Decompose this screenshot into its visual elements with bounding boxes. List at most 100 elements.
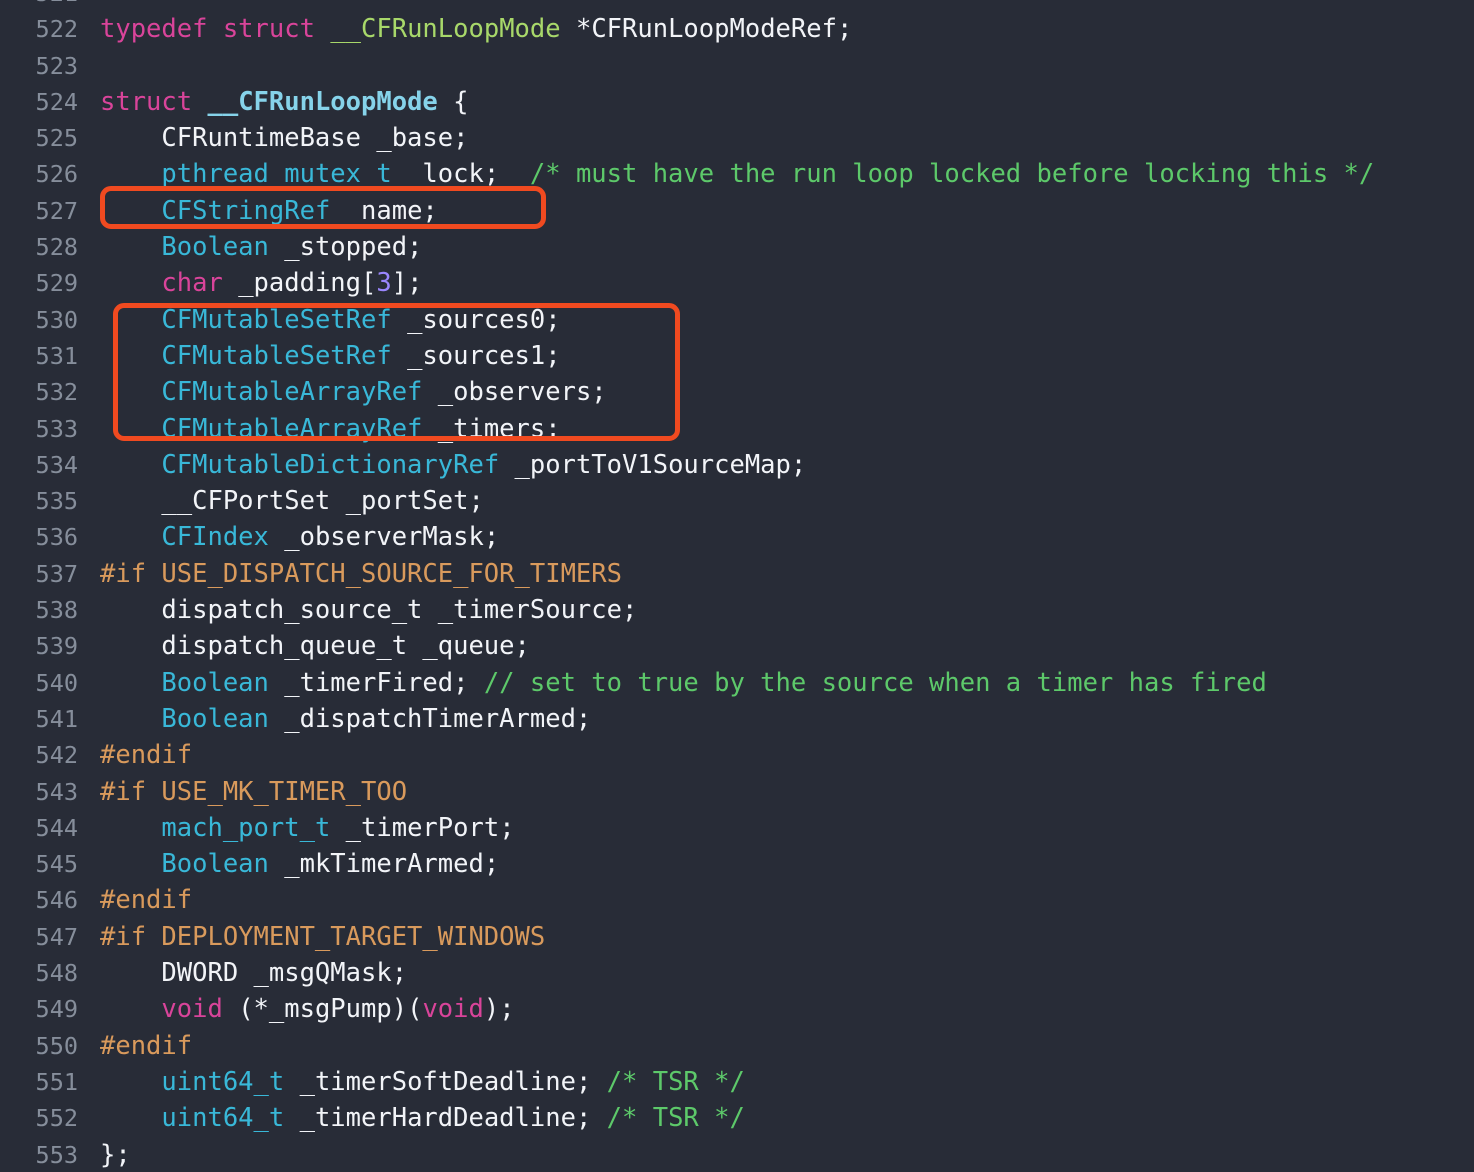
code-line[interactable]: 521	[0, 0, 1474, 11]
code-line[interactable]: 535 __CFPortSet _portSet;	[0, 483, 1474, 519]
code-token-pln	[100, 849, 161, 879]
code-line[interactable]: 546 #endif	[0, 882, 1474, 918]
line-number: 547	[35, 922, 78, 951]
code-line[interactable]: 532 CFMutableArrayRef _observers;	[0, 374, 1474, 410]
line-content[interactable]: CFMutableArrayRef _observers;	[78, 374, 1474, 410]
line-content[interactable]: dispatch_queue_t _queue;	[78, 628, 1474, 664]
line-content[interactable]: char _padding[3];	[78, 265, 1474, 301]
code-line[interactable]: 531 CFMutableSetRef _sources1;	[0, 338, 1474, 374]
line-content[interactable]: #if USE_MK_TIMER_TOO	[78, 774, 1474, 810]
line-content[interactable]: DWORD _msgQMask;	[78, 955, 1474, 991]
code-editor-viewport[interactable]: 521522typedef struct __CFRunLoopMode *CF…	[0, 0, 1474, 1172]
line-content[interactable]: uint64_t _timerHardDeadline; /* TSR */	[78, 1100, 1474, 1136]
code-line[interactable]: 527 CFStringRef _name;	[0, 193, 1474, 229]
code-line[interactable]: 545 Boolean _mkTimerArmed;	[0, 846, 1474, 882]
code-token-pln: _sources1;	[391, 340, 561, 371]
code-line[interactable]: 540 Boolean _timerFired; // set to true …	[0, 665, 1474, 701]
code-token-kw: void	[161, 994, 223, 1025]
line-number: 527	[35, 196, 78, 225]
code-line[interactable]: 523	[0, 48, 1474, 84]
line-content[interactable]: CFStringRef _name;	[78, 193, 1474, 229]
code-line[interactable]: 529 char _padding[3];	[0, 265, 1474, 301]
code-line[interactable]: 550 #endif	[0, 1028, 1474, 1064]
line-number: 545	[35, 850, 78, 879]
code-line[interactable]: 524 struct __CFRunLoopMode {	[0, 84, 1474, 120]
line-number: 538	[35, 596, 78, 625]
code-line[interactable]: 537 #if USE_DISPATCH_SOURCE_FOR_TIMERS	[0, 556, 1474, 592]
code-token-pln: __CFPortSet _portSet;	[100, 486, 484, 517]
code-token-kw: typedef	[100, 14, 208, 45]
code-line[interactable]: 542 #endif	[0, 737, 1474, 773]
code-line[interactable]: 528 Boolean _stopped;	[0, 229, 1474, 265]
line-content[interactable]: Boolean _timerFired; // set to true by t…	[78, 665, 1474, 701]
code-token-pln: _lock;	[391, 159, 530, 190]
line-content[interactable]: void (*_msgPump)(void);	[78, 991, 1474, 1027]
code-token-pln	[100, 414, 161, 444]
code-token-typ: CFStringRef	[161, 195, 331, 226]
line-content[interactable]: __CFPortSet _portSet;	[78, 483, 1474, 519]
code-token-pln	[207, 14, 222, 44]
line-number: 529	[35, 269, 78, 298]
line-content[interactable]: #endif	[78, 882, 1474, 918]
code-line[interactable]: 544 mach_port_t _timerPort;	[0, 810, 1474, 846]
code-token-pln: };	[100, 1139, 131, 1170]
line-content[interactable]: Boolean _dispatchTimerArmed;	[78, 701, 1474, 737]
code-line[interactable]: 543 #if USE_MK_TIMER_TOO	[0, 774, 1474, 810]
code-line[interactable]: 547 #if DEPLOYMENT_TARGET_WINDOWS	[0, 919, 1474, 955]
line-number: 533	[35, 414, 78, 443]
code-line[interactable]: 526 pthread_mutex_t _lock; /* must have …	[0, 156, 1474, 192]
line-content[interactable]: struct __CFRunLoopMode {	[78, 84, 1474, 120]
code-token-typ: Boolean	[161, 703, 269, 734]
code-token-pln	[315, 14, 330, 44]
code-line[interactable]: 549 void (*_msgPump)(void);	[0, 991, 1474, 1027]
line-content[interactable]: };	[78, 1137, 1474, 1172]
line-content[interactable]: #endif	[78, 737, 1474, 773]
line-content[interactable]: CFRuntimeBase _base;	[78, 120, 1474, 156]
line-number: 525	[35, 124, 78, 153]
line-content[interactable]: #if DEPLOYMENT_TARGET_WINDOWS	[78, 919, 1474, 955]
line-content[interactable]: typedef struct __CFRunLoopMode *CFRunLoo…	[78, 11, 1474, 47]
line-number: 543	[35, 777, 78, 806]
code-token-pp: #if USE_DISPATCH_SOURCE_FOR_TIMERS	[100, 558, 622, 589]
code-token-pln	[100, 341, 161, 371]
code-line[interactable]: 522 typedef struct __CFRunLoopMode *CFRun…	[0, 11, 1474, 47]
line-content[interactable]: CFMutableDictionaryRef _portToV1SourceMa…	[78, 447, 1474, 483]
code-token-pln: _portToV1SourceMap;	[499, 449, 807, 480]
code-line[interactable]: 553};	[0, 1137, 1474, 1172]
code-token-typ: Boolean	[161, 667, 269, 698]
line-number: 530	[35, 305, 78, 334]
code-line[interactable]: 539 dispatch_queue_t _queue;	[0, 628, 1474, 664]
code-token-pln: (*_msgPump)(	[222, 994, 423, 1025]
code-token-typ: uint64_t	[161, 1066, 285, 1097]
code-token-pln: *CFRunLoopModeRef;	[560, 14, 853, 45]
line-content[interactable]: CFMutableSetRef _sources0;	[78, 302, 1474, 338]
code-line[interactable]: 533 CFMutableArrayRef _timers;	[0, 411, 1474, 447]
line-content[interactable]: CFMutableSetRef _sources1;	[78, 338, 1474, 374]
line-content[interactable]: uint64_t _timerSoftDeadline; /* TSR */	[78, 1064, 1474, 1100]
code-line[interactable]: 536 CFIndex _observerMask;	[0, 519, 1474, 555]
line-content[interactable]: Boolean _mkTimerArmed;	[78, 846, 1474, 882]
code-token-pln: _timerPort;	[330, 812, 515, 843]
code-line[interactable]: 538 dispatch_source_t _timerSource;	[0, 592, 1474, 628]
line-content[interactable]: Boolean _stopped;	[78, 229, 1474, 265]
code-line[interactable]: 530 CFMutableSetRef _sources0;	[0, 302, 1474, 338]
code-line[interactable]: 551 uint64_t _timerSoftDeadline; /* TSR …	[0, 1064, 1474, 1100]
code-token-typ: mach_port_t	[161, 812, 331, 843]
code-line[interactable]: 548 DWORD _msgQMask;	[0, 955, 1474, 991]
code-token-def: __CFRunLoopMode	[207, 86, 438, 117]
line-content[interactable]: #if USE_DISPATCH_SOURCE_FOR_TIMERS	[78, 556, 1474, 592]
line-content[interactable]: CFIndex _observerMask;	[78, 519, 1474, 555]
code-line[interactable]: 525 CFRuntimeBase _base;	[0, 120, 1474, 156]
line-content[interactable]: pthread_mutex_t _lock; /* must have the …	[78, 156, 1474, 192]
code-token-pln	[100, 232, 161, 262]
line-content[interactable]: mach_port_t _timerPort;	[78, 810, 1474, 846]
line-content[interactable]: dispatch_source_t _timerSource;	[78, 592, 1474, 628]
code-line[interactable]: 541 Boolean _dispatchTimerArmed;	[0, 701, 1474, 737]
line-content[interactable]: #endif	[78, 1028, 1474, 1064]
code-line[interactable]: 534 CFMutableDictionaryRef _portToV1Sour…	[0, 447, 1474, 483]
line-content[interactable]: CFMutableArrayRef _timers;	[78, 411, 1474, 447]
code-line[interactable]: 552 uint64_t _timerHardDeadline; /* TSR …	[0, 1100, 1474, 1136]
code-token-typ: uint64_t	[161, 1103, 285, 1134]
code-token-typ: CFMutableDictionaryRef	[161, 449, 500, 480]
line-number: 550	[35, 1031, 78, 1060]
